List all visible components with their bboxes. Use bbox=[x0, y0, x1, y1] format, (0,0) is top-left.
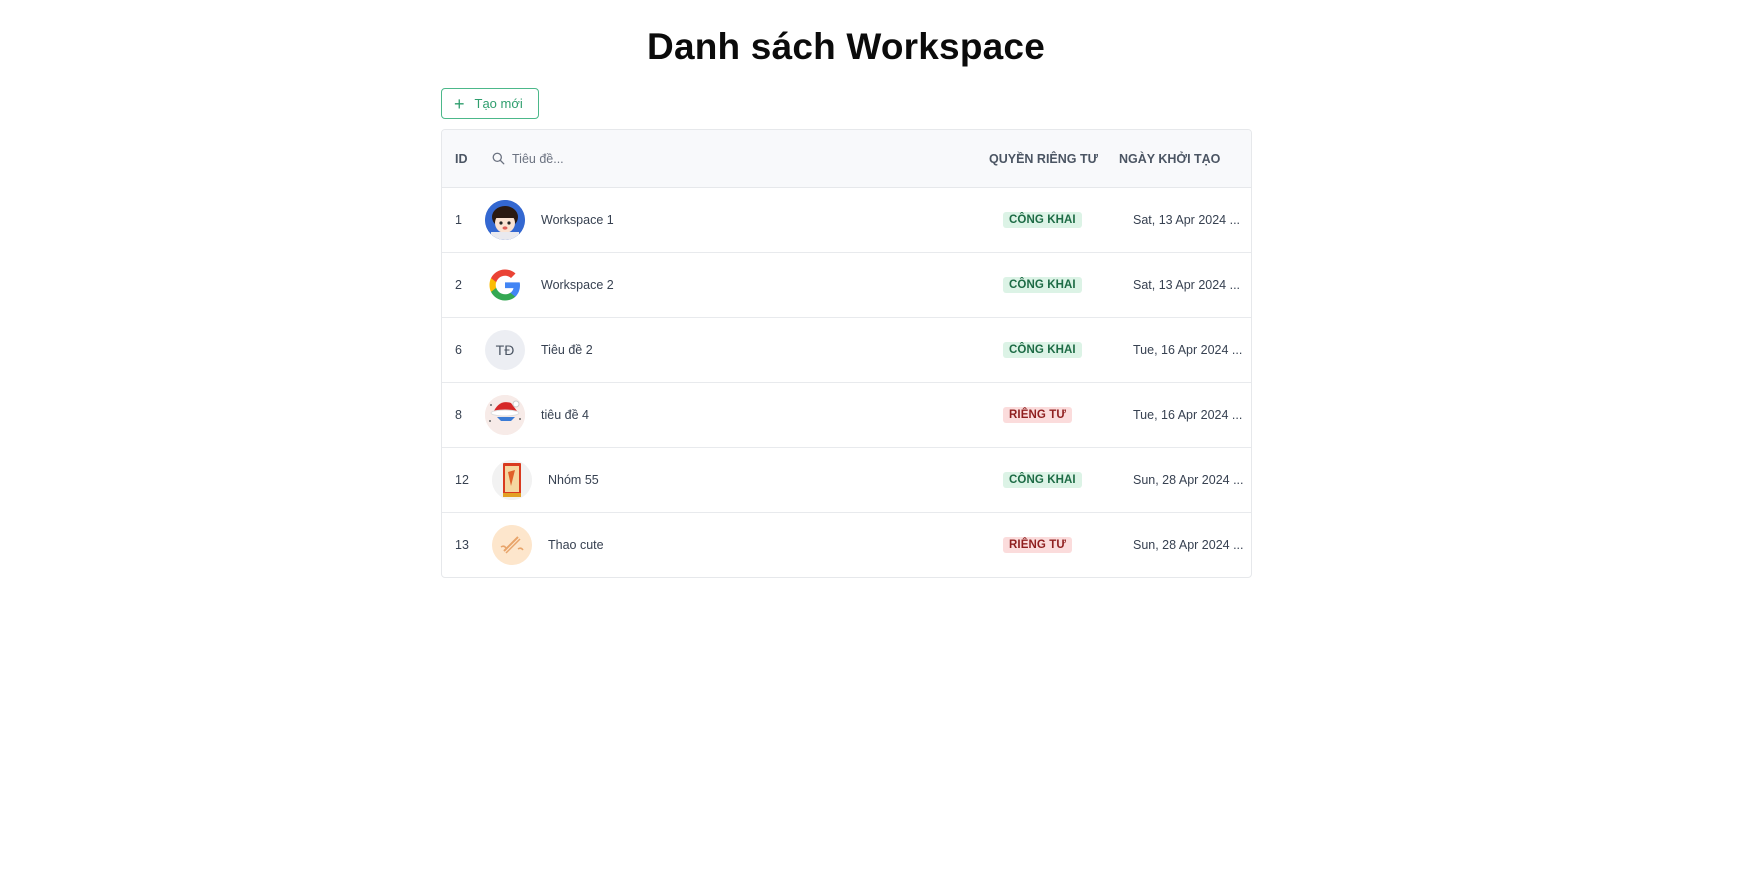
table-header: ID QUYỀN RIÊNG TƯ NGÀY KHỞI TẠO bbox=[442, 130, 1251, 188]
search-icon bbox=[492, 152, 505, 165]
row-id: 13 bbox=[455, 538, 469, 552]
row-created-date: Sat, 13 Apr 2024 ... bbox=[1133, 213, 1241, 227]
avatar-cell: TĐ bbox=[485, 318, 525, 382]
create-new-button[interactable]: + Tạo mới bbox=[441, 88, 539, 119]
plus-icon: + bbox=[454, 93, 465, 114]
column-header-created[interactable]: NGÀY KHỞI TẠO bbox=[1119, 130, 1220, 187]
privacy-cell: RIÊNG TƯ bbox=[1003, 513, 1072, 577]
avatar-cell bbox=[492, 513, 532, 577]
table-row[interactable]: 12 Nhóm 55 CÔNG KHAI Sun, 28 Apr 2024 ..… bbox=[442, 448, 1251, 513]
privacy-badge: CÔNG KHAI bbox=[1003, 472, 1082, 488]
table-row[interactable]: 13 Thao cute RIÊNG TƯ Sun, 28 Apr 2024 .… bbox=[442, 513, 1251, 577]
avatar-cell bbox=[485, 188, 525, 252]
initials-avatar: TĐ bbox=[485, 330, 525, 370]
row-created-date: Sun, 28 Apr 2024 ... bbox=[1133, 538, 1244, 552]
avatar-cell bbox=[492, 448, 532, 512]
privacy-cell: CÔNG KHAI bbox=[1003, 188, 1082, 252]
row-title[interactable]: Workspace 2 bbox=[541, 253, 614, 317]
book-cover-avatar bbox=[492, 460, 532, 500]
column-header-privacy[interactable]: QUYỀN RIÊNG TƯ bbox=[989, 130, 1098, 187]
privacy-cell: CÔNG KHAI bbox=[1003, 448, 1082, 512]
privacy-badge: CÔNG KHAI bbox=[1003, 342, 1082, 358]
avatar-cell bbox=[485, 383, 525, 447]
create-new-label: Tạo mới bbox=[474, 96, 523, 111]
row-title[interactable]: Thao cute bbox=[548, 513, 604, 577]
row-id: 2 bbox=[455, 278, 462, 292]
row-created-date: Tue, 16 Apr 2024 ... bbox=[1133, 343, 1243, 357]
privacy-cell: RIÊNG TƯ bbox=[1003, 383, 1072, 447]
page-title: Danh sách Workspace bbox=[647, 26, 1045, 67]
row-title[interactable]: Workspace 1 bbox=[541, 188, 614, 252]
row-created-date: Sun, 28 Apr 2024 ... bbox=[1133, 473, 1244, 487]
title-search-input[interactable] bbox=[512, 151, 812, 166]
google-logo-avatar bbox=[485, 265, 525, 305]
cartoon-girl-avatar bbox=[485, 200, 525, 240]
privacy-cell: CÔNG KHAI bbox=[1003, 253, 1082, 317]
privacy-badge: CÔNG KHAI bbox=[1003, 212, 1082, 228]
row-id: 8 bbox=[455, 408, 462, 422]
row-id: 12 bbox=[455, 473, 469, 487]
privacy-badge: RIÊNG TƯ bbox=[1003, 407, 1072, 423]
table-row[interactable]: 2 Workspace 2 CÔNG KHAI Sat, 13 Apr 2024… bbox=[442, 253, 1251, 318]
row-id: 1 bbox=[455, 213, 462, 227]
table-row[interactable]: 8 tiêu đề 4 RIÊNG TƯ Tue, 16 Apr 2024 ..… bbox=[442, 383, 1251, 448]
privacy-badge: CÔNG KHAI bbox=[1003, 277, 1082, 293]
row-title[interactable]: Nhóm 55 bbox=[548, 448, 599, 512]
row-title[interactable]: tiêu đề 4 bbox=[541, 383, 589, 447]
sketch-avatar bbox=[492, 525, 532, 565]
workspace-table: ID QUYỀN RIÊNG TƯ NGÀY KHỞI TẠO 1 bbox=[441, 129, 1252, 578]
title-search bbox=[492, 130, 892, 187]
privacy-badge: RIÊNG TƯ bbox=[1003, 537, 1072, 553]
column-header-id: ID bbox=[455, 151, 468, 166]
christmas-hat-avatar bbox=[485, 395, 525, 435]
row-created-date: Sat, 13 Apr 2024 ... bbox=[1133, 278, 1241, 292]
row-id: 6 bbox=[455, 343, 462, 357]
row-created-date: Tue, 16 Apr 2024 ... bbox=[1133, 408, 1243, 422]
row-title[interactable]: Tiêu đề 2 bbox=[541, 318, 593, 382]
privacy-cell: CÔNG KHAI bbox=[1003, 318, 1082, 382]
table-row[interactable]: 1 Workspace 1 CÔNG KHAI Sat, 13 Apr 2024… bbox=[442, 188, 1251, 253]
avatar-cell bbox=[485, 253, 525, 317]
table-row[interactable]: 6 TĐ Tiêu đề 2 CÔNG KHAI Tue, 16 Apr 202… bbox=[442, 318, 1251, 383]
